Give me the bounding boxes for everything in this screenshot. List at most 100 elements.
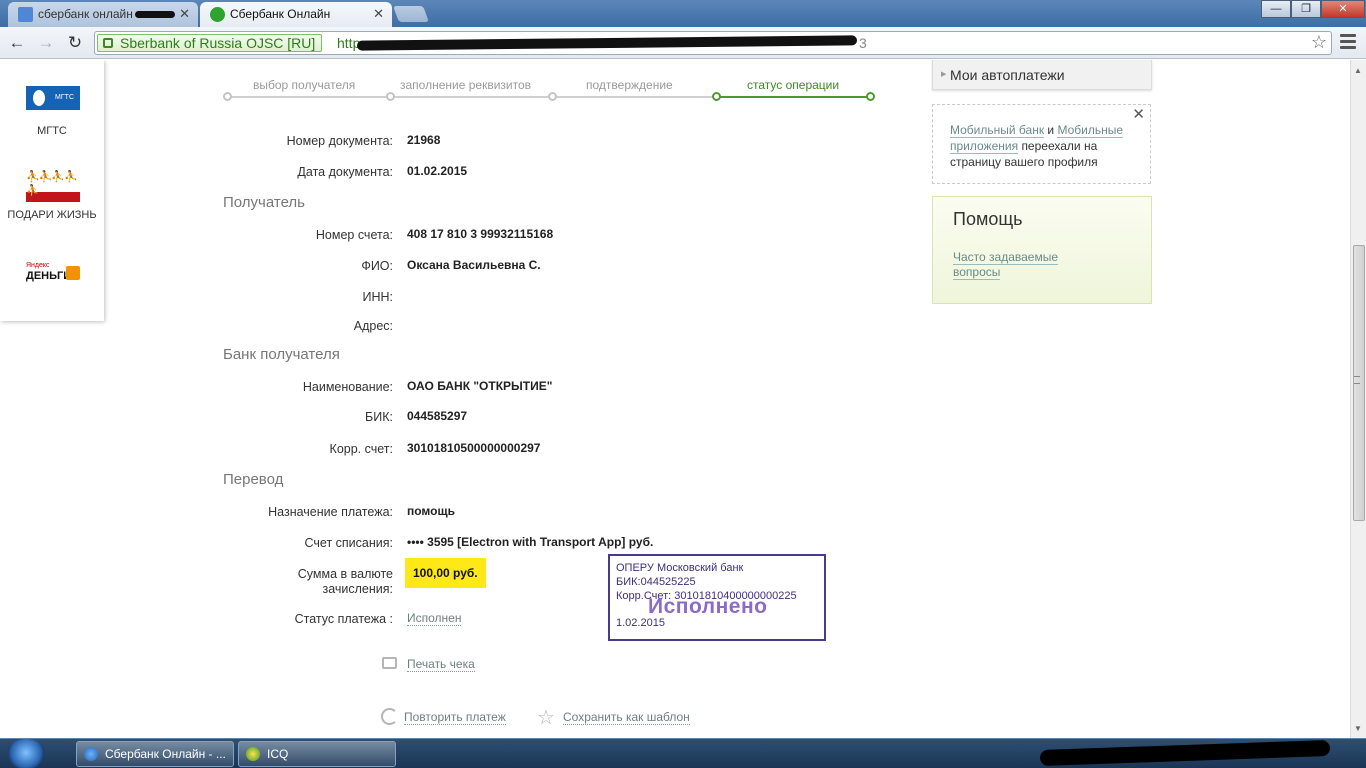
step-dot-active — [866, 92, 875, 101]
mgts-logo-text: МГТС — [55, 94, 74, 101]
icq-flower-icon — [246, 747, 260, 761]
scroll-down-icon[interactable]: ▼ — [1354, 724, 1362, 733]
debit-account-label: Счет списания: — [304, 536, 393, 550]
step-dot-active — [712, 92, 721, 101]
tab-close-icon[interactable]: ✕ — [373, 2, 384, 26]
my-autopayments-button[interactable]: ▶ Мои автоплатежи — [932, 60, 1152, 90]
faq-link[interactable]: Часто задаваемые вопросы — [953, 250, 1059, 280]
taskbar-item-label: ICQ — [267, 747, 289, 761]
bank-name-value: ОАО БАНК "ОТКРЫТИЕ" — [407, 379, 553, 393]
ev-certificate-badge[interactable]: Sberbank of Russia OJSC [RU] — [97, 34, 323, 52]
corr-account-label: Корр. счет: — [329, 442, 393, 456]
taskbar-item-chrome[interactable]: Сбербанк Онлайн - ... — [76, 741, 234, 767]
transfer-heading: Перевод — [223, 471, 284, 488]
step-confirm: подтверждение — [586, 78, 673, 92]
bik-label: БИК: — [365, 410, 393, 424]
inn-label: ИНН: — [362, 290, 393, 304]
doc-date-label: Дата документа: — [297, 165, 393, 179]
new-tab-button[interactable] — [393, 6, 429, 22]
taskbar-item-label: Сбербанк Онлайн - ... — [105, 747, 226, 761]
tab-title: Сбербанк Онлайн — [230, 7, 331, 21]
step-select-recipient: выбор получателя — [253, 78, 356, 92]
chrome-icon — [84, 747, 98, 761]
step-dot — [223, 92, 232, 101]
doc-date-value: 01.02.2015 — [407, 164, 468, 178]
tab-title: сбербанк онлайн — [38, 7, 133, 21]
taskbar-item-icq[interactable]: ICQ — [238, 741, 396, 767]
purpose-value: помощь — [407, 504, 455, 518]
repeat-icon[interactable] — [381, 708, 398, 725]
bank-stamp: ОПЕРУ Московский банк БИК:044525225 Корр… — [608, 554, 826, 641]
yandex-logo-small: Яндекс — [26, 262, 50, 269]
podari-zhizn-logo[interactable]: ⛹⛹⛹⛹⛹ — [26, 170, 80, 202]
help-title: Помощь — [953, 209, 1023, 229]
windows-taskbar: Сбербанк Онлайн - ... ICQ — [0, 738, 1366, 768]
minimize-button[interactable]: — — [1261, 0, 1291, 18]
forward-arrow-icon[interactable]: → — [35, 32, 57, 54]
payment-status-label: Статус платежа : — [294, 612, 393, 626]
windows-start-button[interactable] — [6, 739, 46, 768]
reload-icon[interactable]: ↻ — [64, 32, 86, 54]
amount-label: Сумма в валюте зачисления: — [297, 567, 393, 596]
printer-icon[interactable] — [382, 657, 397, 669]
tab-sberbank-search[interactable]: сбербанк онлайн ✕ — [8, 2, 198, 27]
partner-label-podari[interactable]: ПОДАРИ ЖИЗНЬ — [0, 209, 104, 221]
browser-toolbar: ← → ↻ Sberbank of Russia OJSC [RU] http … — [0, 27, 1366, 59]
scroll-up-icon[interactable]: ▲ — [1354, 66, 1362, 75]
bookmark-star-icon[interactable]: ☆ — [1311, 32, 1327, 53]
step-dot — [386, 92, 395, 101]
step-dot — [548, 92, 557, 101]
mgts-logo[interactable]: МГТС — [26, 86, 80, 110]
partner-label-mgts[interactable]: МГТС — [0, 125, 104, 137]
purpose-label: Назначение платежа: — [268, 505, 393, 519]
tab-strip: сбербанк онлайн ✕ Сбербанк Онлайн ✕ — ❐ … — [0, 0, 1366, 27]
tab-close-icon[interactable]: ✕ — [179, 2, 190, 26]
partners-panel: МГТС МГТС ⛹⛹⛹⛹⛹ ПОДАРИ ЖИЗНЬ Яндекс ДЕНЬ… — [0, 60, 104, 321]
yandex-money-logo[interactable]: Яндекс ДЕНЬГИ — [26, 262, 82, 286]
star-icon[interactable]: ☆ — [537, 705, 555, 730]
amount-value: 100,00 руб. — [405, 558, 486, 588]
payment-status-link[interactable]: Исполнен — [407, 611, 462, 626]
redaction-mark — [356, 35, 858, 51]
mobile-bank-notice: ✕ Мобильный банк и Мобильные приложения … — [932, 104, 1151, 184]
fio-value: Оксана Васильевна С. — [407, 258, 541, 272]
people-icon: ⛹⛹⛹⛹⛹ — [26, 171, 78, 197]
redaction-mark — [134, 11, 175, 19]
step-fill-details: заполнение реквизитов — [400, 78, 532, 92]
save-template-link[interactable]: Сохранить как шаблон — [563, 710, 690, 725]
fio-label: ФИО: — [361, 259, 393, 273]
recipient-heading: Получатель — [223, 194, 305, 211]
repeat-payment-link[interactable]: Повторить платеж — [404, 710, 506, 725]
sberbank-favicon-icon — [210, 7, 225, 22]
debit-account-value: •••• 3595 [Electron with Transport App] … — [407, 535, 654, 549]
page-scrollbar[interactable]: ▲ ▼ — [1350, 60, 1366, 738]
browser-menu-icon[interactable] — [1340, 34, 1356, 52]
yandex-wallet-icon — [66, 266, 80, 280]
google-favicon-icon — [18, 7, 33, 22]
tab-sberbank-online[interactable]: Сбербанк Онлайн ✕ — [200, 2, 392, 27]
bik-value: 044585297 — [407, 409, 468, 423]
ev-badge-label: Sberbank of Russia OJSC [RU] — [120, 35, 316, 51]
page-viewport: МГТС МГТС ⛹⛹⛹⛹⛹ ПОДАРИ ЖИЗНЬ Яндекс ДЕНЬ… — [0, 60, 1350, 738]
close-icon[interactable]: ✕ — [1132, 107, 1145, 123]
mgts-egg-icon — [33, 90, 45, 106]
maximize-button[interactable]: ❐ — [1291, 0, 1321, 18]
mobile-bank-link[interactable]: Мобильный банк — [950, 123, 1045, 138]
address-label: Адрес: — [353, 319, 393, 333]
corr-account-value: 30101810500000000297 — [407, 441, 541, 455]
address-bar[interactable]: Sberbank of Russia OJSC [RU] http 3 ☆ — [94, 31, 1332, 55]
doc-number-value: 21968 — [407, 133, 441, 147]
print-receipt-link[interactable]: Печать чека — [407, 657, 475, 672]
payment-progress: выбор получателя заполнение реквизитов п… — [222, 78, 876, 108]
scrollbar-grip-icon — [1354, 376, 1360, 384]
arrow-right-icon: ▶ — [941, 71, 947, 78]
doc-number-label: Номер документа: — [286, 134, 393, 148]
help-panel: Помощь Часто задаваемые вопросы — [932, 196, 1152, 304]
close-window-button[interactable]: ✕ — [1321, 0, 1365, 18]
stamp-line-bank: ОПЕРУ Московский банк — [616, 562, 744, 574]
account-value: 408 17 810 3 99932115168 — [407, 227, 554, 241]
back-arrow-icon[interactable]: ← — [6, 32, 28, 54]
progress-track-active — [718, 96, 870, 98]
stamp-line-bik: БИК:044525225 — [616, 576, 696, 588]
url-suffix: 3 — [859, 35, 867, 51]
